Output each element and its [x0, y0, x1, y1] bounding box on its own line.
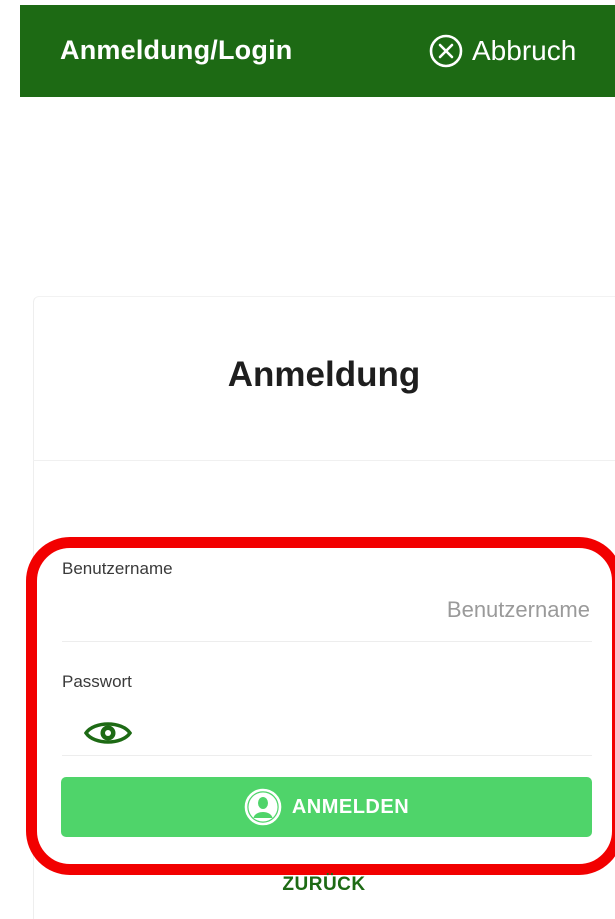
cancel-button[interactable]: Abbruch [428, 31, 576, 71]
cancel-label: Abbruch [472, 35, 577, 66]
header-title: Anmeldung/Login [60, 35, 293, 65]
login-screen: Anmeldung/Login Abbruch Anmeldung Benutz… [0, 0, 615, 919]
highlight-annotation [26, 537, 615, 875]
back-button[interactable]: ZURÜCK [33, 874, 615, 896]
close-circle-icon [429, 34, 463, 68]
app-header: Anmeldung/Login Abbruch [20, 5, 615, 97]
divider [33, 460, 615, 461]
page-title: Anmeldung [227, 355, 421, 394]
